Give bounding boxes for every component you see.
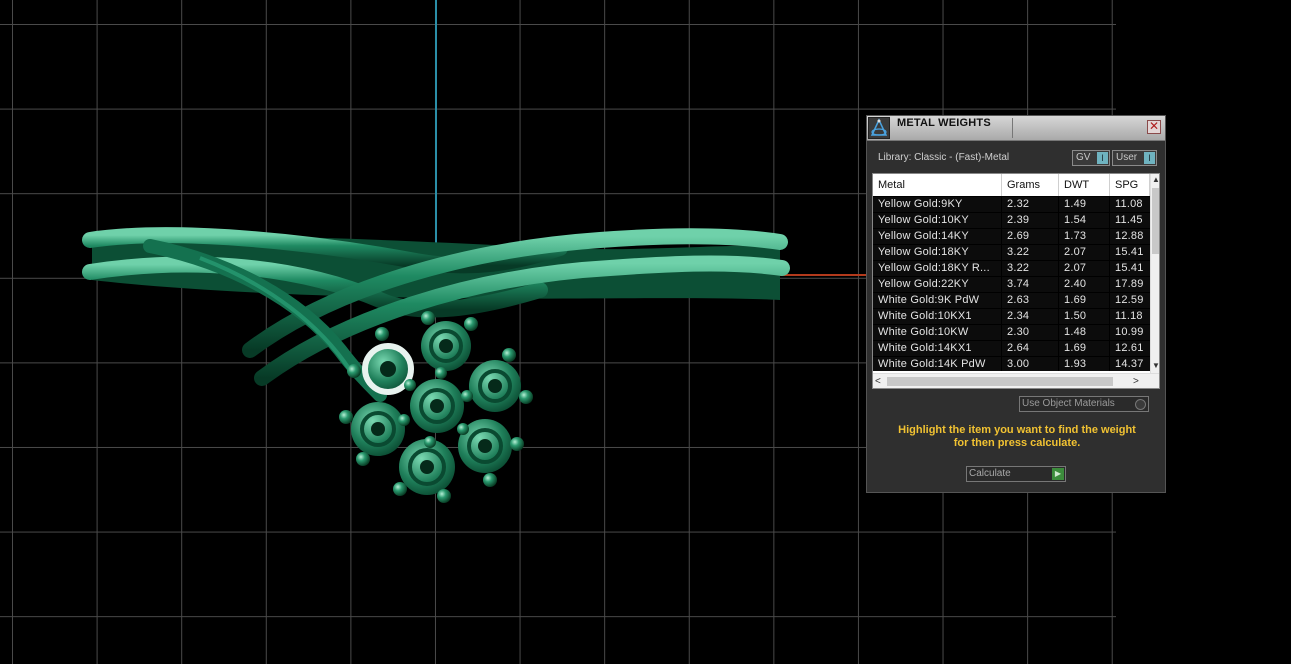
- cell-metal: Yellow Gold:9KY: [873, 197, 1001, 212]
- cell-spg: 10.99: [1110, 325, 1150, 340]
- cell-dwt: 1.48: [1059, 325, 1109, 340]
- cell-spg: 15.41: [1110, 261, 1150, 276]
- cell-grams: 3.22: [1002, 261, 1058, 276]
- user-toggle[interactable]: User I: [1112, 150, 1157, 166]
- cell-metal: Yellow Gold:18KY R...: [873, 261, 1001, 276]
- horizontal-scrollbar[interactable]: < >: [873, 373, 1159, 388]
- cell-grams: 3.22: [1002, 245, 1058, 260]
- instructions-text: Highlight the item you want to find the …: [879, 424, 1155, 450]
- cell-spg: 12.59: [1110, 293, 1150, 308]
- cell-grams: 3.74: [1002, 277, 1058, 292]
- column-header-dwt[interactable]: DWT: [1059, 174, 1110, 196]
- cell-dwt: 1.93: [1059, 357, 1109, 371]
- cell-grams: 2.39: [1002, 213, 1058, 228]
- metal-table: Metal Grams DWT SPG Yellow Gold:9KY 2.32 1…: [872, 173, 1160, 389]
- title-divider: [1012, 118, 1013, 138]
- cell-spg: 14.37: [1110, 357, 1150, 371]
- play-arrow-icon: ▶: [1052, 468, 1064, 480]
- scroll-up-icon[interactable]: ▲: [1151, 174, 1159, 186]
- column-header-grams[interactable]: Grams: [1002, 174, 1059, 196]
- cell-dwt: 1.50: [1059, 309, 1109, 324]
- gv-toggle-label: GV: [1076, 152, 1091, 163]
- table-row[interactable]: Yellow Gold:14KY 2.69 1.73 12.88: [873, 229, 1150, 245]
- cell-dwt: 2.07: [1059, 245, 1109, 260]
- close-button[interactable]: ✕: [1147, 120, 1161, 134]
- table-row[interactable]: Yellow Gold:9KY 2.32 1.49 11.08: [873, 197, 1150, 213]
- cell-spg: 12.61: [1110, 341, 1150, 356]
- cell-grams: 2.34: [1002, 309, 1058, 324]
- app-logo-icon: [868, 117, 890, 139]
- table-row[interactable]: White Gold:10KW 2.30 1.48 10.99: [873, 325, 1150, 341]
- cell-dwt: 1.49: [1059, 197, 1109, 212]
- calculate-button[interactable]: Calculate ▶: [966, 466, 1066, 482]
- cell-metal: White Gold:10KX1: [873, 309, 1001, 324]
- cell-grams: 3.00: [1002, 357, 1058, 371]
- panel-titlebar[interactable]: METAL WEIGHTS ✕: [867, 116, 1165, 141]
- cell-spg: 11.18: [1110, 309, 1150, 324]
- cell-grams: 2.63: [1002, 293, 1058, 308]
- table-row[interactable]: White Gold:10KX1 2.34 1.50 11.18: [873, 309, 1150, 325]
- cell-dwt: 2.07: [1059, 261, 1109, 276]
- use-object-materials-label: Use Object Materials: [1022, 398, 1115, 409]
- table-header: Metal Grams DWT SPG: [873, 174, 1150, 197]
- table-row[interactable]: White Gold:14KX1 2.64 1.69 12.61: [873, 341, 1150, 357]
- cell-grams: 2.30: [1002, 325, 1058, 340]
- scroll-left-icon[interactable]: <: [875, 374, 887, 388]
- table-row[interactable]: Yellow Gold:10KY 2.39 1.54 11.45: [873, 213, 1150, 229]
- table-row[interactable]: White Gold:9K PdW 2.63 1.69 12.59: [873, 293, 1150, 309]
- flower-cluster: [339, 311, 533, 503]
- cell-metal: White Gold:10KW: [873, 325, 1001, 340]
- column-header-spg[interactable]: SPG: [1110, 174, 1150, 196]
- use-object-materials-toggle[interactable]: Use Object Materials: [1019, 396, 1149, 412]
- cell-spg: 11.08: [1110, 197, 1150, 212]
- instructions-line-2: for then press calculate.: [953, 437, 1081, 449]
- cell-metal: Yellow Gold:10KY: [873, 213, 1001, 228]
- cell-spg: 12.88: [1110, 229, 1150, 244]
- use-object-materials-checkbox[interactable]: [1135, 399, 1146, 410]
- table-row[interactable]: Yellow Gold:18KY 3.22 2.07 15.41: [873, 245, 1150, 261]
- gv-toggle[interactable]: GV I: [1072, 150, 1110, 166]
- cell-dwt: 1.54: [1059, 213, 1109, 228]
- cell-dwt: 1.73: [1059, 229, 1109, 244]
- cell-spg: 17.89: [1110, 277, 1150, 292]
- cell-metal: White Gold:14K PdW: [873, 357, 1001, 371]
- scroll-right-icon[interactable]: >: [1133, 374, 1145, 388]
- library-label: Library: Classic - (Fast)-Metal: [878, 152, 1010, 163]
- cell-dwt: 1.69: [1059, 341, 1109, 356]
- table-body: Yellow Gold:9KY 2.32 1.49 11.08 Yellow Gold:…: [873, 197, 1150, 371]
- horizontal-scroll-thumb[interactable]: [887, 377, 1113, 386]
- user-toggle-label: User: [1116, 152, 1138, 163]
- calculate-label: Calculate: [969, 468, 1011, 479]
- table-row[interactable]: Yellow Gold:18KY R... 3.22 2.07 15.41: [873, 261, 1150, 277]
- cell-grams: 2.32: [1002, 197, 1058, 212]
- gv-toggle-indicator: I: [1097, 152, 1108, 164]
- vertical-scrollbar[interactable]: ▲ ▼: [1150, 174, 1159, 374]
- cell-dwt: 1.69: [1059, 293, 1109, 308]
- cell-dwt: 2.40: [1059, 277, 1109, 292]
- cell-spg: 15.41: [1110, 245, 1150, 260]
- user-toggle-indicator: I: [1144, 152, 1155, 164]
- cell-metal: White Gold:9K PdW: [873, 293, 1001, 308]
- metal-weights-panel: METAL WEIGHTS ✕ Library: Classic - (Fast…: [866, 115, 1166, 493]
- cell-metal: Yellow Gold:22KY: [873, 277, 1001, 292]
- table-row[interactable]: Yellow Gold:22KY 3.74 2.40 17.89: [873, 277, 1150, 293]
- panel-title: METAL WEIGHTS: [897, 117, 991, 129]
- cell-grams: 2.64: [1002, 341, 1058, 356]
- column-header-metal[interactable]: Metal: [873, 174, 1002, 196]
- cell-spg: 11.45: [1110, 213, 1150, 228]
- vertical-scroll-thumb[interactable]: [1152, 188, 1159, 254]
- scroll-down-icon[interactable]: ▼: [1151, 360, 1159, 372]
- cell-metal: Yellow Gold:18KY: [873, 245, 1001, 260]
- cell-metal: White Gold:14KX1: [873, 341, 1001, 356]
- table-row[interactable]: White Gold:14K PdW 3.00 1.93 14.37: [873, 357, 1150, 371]
- instructions-line-1: Highlight the item you want to find the …: [898, 424, 1136, 436]
- cell-metal: Yellow Gold:14KY: [873, 229, 1001, 244]
- cell-grams: 2.69: [1002, 229, 1058, 244]
